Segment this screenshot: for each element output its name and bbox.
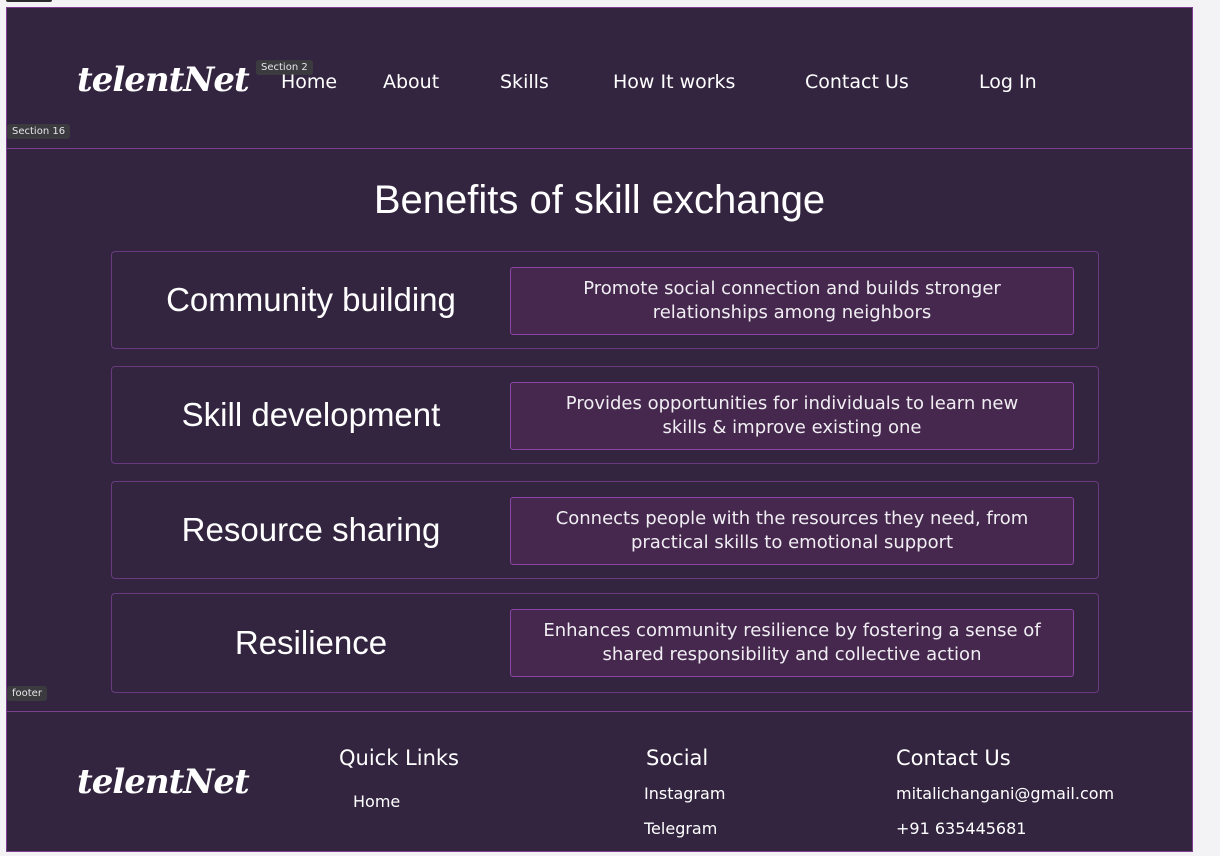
contact-heading: Contact Us: [896, 746, 1011, 770]
login-link[interactable]: Log In: [979, 71, 1037, 93]
footer-link-home[interactable]: Home: [353, 792, 400, 811]
benefit-card-community-building: Community building Promote social connec…: [111, 251, 1099, 349]
footer-link-instagram[interactable]: Instagram: [644, 784, 725, 803]
site-footer: telentNet Quick Links Home Social Instag…: [7, 711, 1192, 852]
benefit-description: Connects people with the resources they …: [510, 497, 1074, 565]
quick-links-heading: Quick Links: [339, 746, 460, 770]
footer-link-telegram[interactable]: Telegram: [644, 819, 717, 838]
benefit-description: Provides opportunities for individuals t…: [510, 382, 1074, 450]
benefit-description: Promote social connection and builds str…: [510, 267, 1074, 335]
benefit-card-skill-development: Skill development Provides opportunities…: [111, 366, 1099, 464]
benefit-title: Community building: [166, 281, 456, 318]
benefits-title: Benefits of skill exchange: [373, 178, 826, 222]
benefit-title: Resource sharing: [181, 511, 441, 548]
contact-phone[interactable]: +91 635445681: [896, 819, 1026, 838]
nav-home[interactable]: Home: [281, 71, 337, 93]
social-heading: Social: [646, 746, 709, 770]
footer-tag: footer: [7, 686, 47, 701]
benefit-title: Resilience: [234, 624, 388, 661]
nav-contact-us[interactable]: Contact Us: [805, 71, 909, 93]
benefit-card-resilience: Resilience Enhances community resilience…: [111, 593, 1099, 693]
canvas-corner-tab: [6, 0, 52, 2]
benefit-card-resource-sharing: Resource sharing Connects people with th…: [111, 481, 1099, 579]
page-frame: telentNet Section 2 Home About Skills Ho…: [6, 7, 1193, 852]
footer-logo[interactable]: telentNet: [77, 762, 250, 802]
benefit-title: Skill development: [181, 396, 441, 433]
header-logo[interactable]: telentNet: [77, 60, 250, 100]
section-16-tag: Section 16: [7, 124, 71, 139]
nav-about[interactable]: About: [383, 71, 439, 93]
nav-how-it-works[interactable]: How It works: [613, 71, 735, 93]
contact-email[interactable]: mitalichangani@gmail.com: [896, 784, 1114, 803]
benefit-description: Enhances community resilience by fosteri…: [510, 609, 1074, 677]
site-header: telentNet Section 2 Home About Skills Ho…: [7, 8, 1192, 149]
nav-skills[interactable]: Skills: [500, 71, 549, 93]
